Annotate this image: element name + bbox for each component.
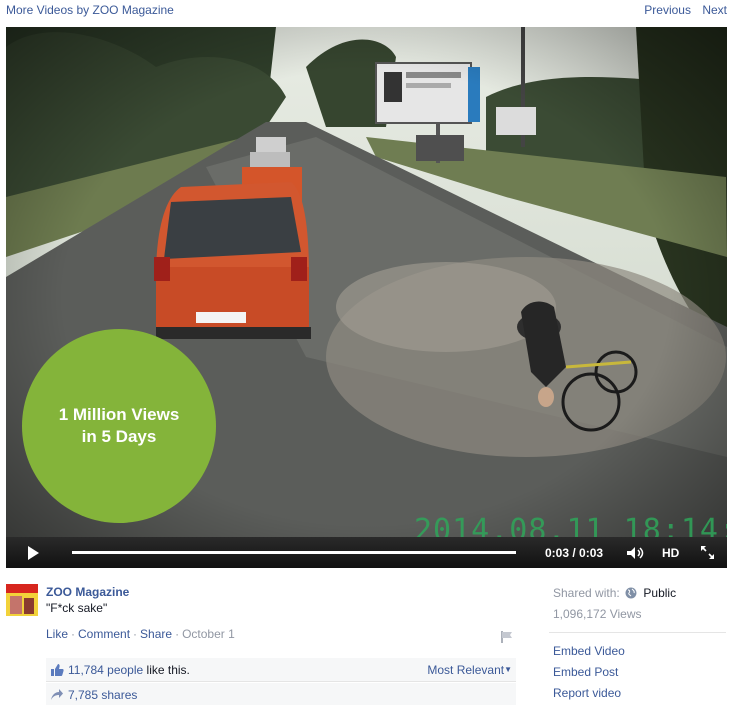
view-count: 1,096,172 Views	[553, 607, 642, 621]
video-pager: Previous Next	[636, 3, 727, 17]
previous-link[interactable]: Previous	[644, 3, 691, 17]
views-overlay-badge: 1 Million Views in 5 Days	[22, 329, 216, 523]
comment-link[interactable]: Comment	[78, 627, 130, 641]
like-thumb-icon	[51, 664, 64, 676]
report-video-link[interactable]: Report video	[553, 686, 621, 700]
video-header: More Videos by ZOO Magazine Previous Nex…	[0, 0, 730, 22]
share-link[interactable]: Share	[140, 627, 172, 641]
separator: ·	[71, 627, 76, 641]
overlay-line-1: 1 Million Views	[58, 405, 180, 424]
shares-count-link[interactable]: 7,785 shares	[68, 688, 137, 702]
progress-bar[interactable]	[72, 551, 516, 554]
embed-post-link[interactable]: Embed Post	[553, 665, 618, 679]
play-icon[interactable]	[28, 546, 39, 560]
privacy-label: Public	[643, 586, 677, 600]
page-avatar[interactable]	[6, 584, 38, 616]
volume-icon[interactable]	[626, 546, 646, 560]
fullscreen-icon[interactable]	[700, 545, 715, 560]
separator: ·	[133, 627, 138, 641]
time-display: 0:03 / 0:03	[545, 546, 604, 560]
like-link[interactable]: Like	[46, 627, 68, 641]
likes-count-link[interactable]: 11,784 people	[68, 663, 143, 677]
page-name-link[interactable]: ZOO Magazine	[46, 585, 129, 599]
flag-icon[interactable]	[500, 630, 514, 644]
post-actions: Like · Comment · Share · October 1	[46, 627, 235, 641]
shares-bar: 7,785 shares	[46, 683, 516, 705]
embed-video-link[interactable]: Embed Video	[553, 644, 625, 658]
likes-text: 11,784 people like this.	[68, 663, 190, 677]
share-arrow-icon	[51, 689, 63, 700]
post-date-link[interactable]: October 1	[182, 627, 235, 641]
overlay-line-2: in 5 Days	[81, 427, 157, 446]
sort-label: Most Relevant	[427, 663, 505, 677]
sort-dropdown[interactable]: Most Relevant▼	[427, 663, 512, 677]
likes-bar: 11,784 people like this. Most Relevant▼	[46, 658, 516, 682]
post-caption: "F*ck sake"	[46, 601, 108, 615]
player-controls: 0:03 / 0:03 HD	[6, 537, 727, 568]
next-link[interactable]: Next	[702, 3, 727, 17]
separator: ·	[175, 627, 180, 641]
hd-button[interactable]: HD	[662, 546, 679, 560]
likes-suffix: like this.	[143, 663, 190, 677]
progress-fill	[72, 551, 516, 554]
divider	[549, 632, 726, 633]
video-player[interactable]: 1 Million Views in 5 Days 2014.08.11 18:…	[6, 27, 727, 568]
globe-icon	[625, 587, 637, 599]
more-videos-link[interactable]: More Videos by ZOO Magazine	[6, 3, 174, 17]
shared-with-label: Shared with:	[553, 586, 620, 600]
shared-with: Shared with: Public	[553, 586, 676, 600]
chevron-down-icon: ▼	[504, 665, 512, 674]
zoo-logo-icon	[6, 584, 38, 616]
